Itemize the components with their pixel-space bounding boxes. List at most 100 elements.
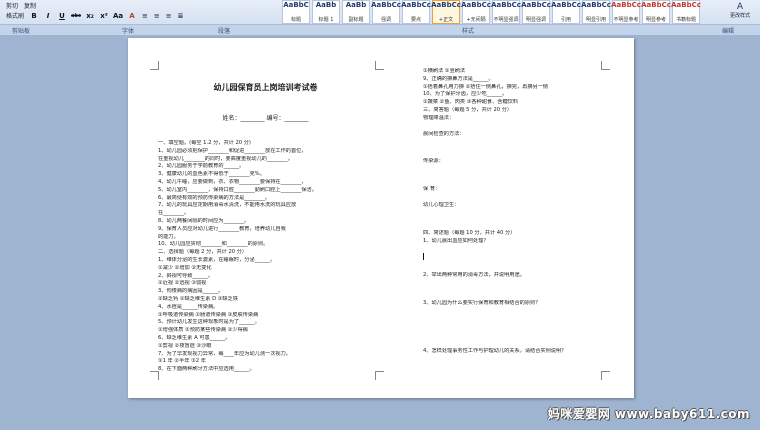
align-right-icon[interactable]: ≡ <box>166 12 172 20</box>
crop-mark <box>375 371 384 380</box>
answer-line: 传染源： <box>423 158 444 165</box>
question-line: 在________。 <box>158 210 190 217</box>
subscript-button[interactable]: x₂ <box>86 12 94 20</box>
style-label: 明显强调 <box>525 17 546 23</box>
style-sample: AaBbCc <box>371 1 401 9</box>
section-heading: 四、简述题（每题 10 分，共计 40 分） <box>423 229 516 236</box>
question-line: ①减少 ②增加 ③无变化 <box>158 264 212 271</box>
question-line: 4、幼儿午睡，应要做到，衣、衣物________要保持在________， <box>158 178 307 185</box>
question-line: 4、水痘是______传染病。 <box>158 303 219 310</box>
question-line: 7、幼儿的玩具应定期用消毒水清洗，不能用水洗的玩具应放 <box>158 202 297 209</box>
bold-button[interactable]: B <box>30 12 38 20</box>
question-line: 在重视幼儿________的同时，要高度重视幼儿的________。 <box>158 155 293 162</box>
style-label: 强调 <box>380 17 391 23</box>
style-tile[interactable]: AaBbCc 强调 <box>371 0 401 24</box>
style-sample: AaBb <box>315 1 337 9</box>
style-tile[interactable]: AaBbC 标题 <box>282 0 310 24</box>
style-label: 明显引用 <box>585 17 606 23</box>
question-line: 8、幼儿两餐间隔的时间应为________。 <box>158 217 250 224</box>
style-label: 引用 <box>560 17 571 23</box>
document-page[interactable]: 幼儿园保育员上岗培训考试卷 姓名：________ 编号：________ 一、… <box>128 38 634 398</box>
text-cursor-line <box>423 253 613 264</box>
cut-button[interactable]: 剪切 <box>6 1 18 10</box>
group-labels-row: 剪贴板 字体 段落 样式 编辑 <box>0 24 760 35</box>
answer-line: 幼儿心理卫生： <box>423 201 460 208</box>
style-label: 标题 <box>290 17 301 23</box>
style-tile[interactable]: AaBbCc 要点 <box>401 0 431 24</box>
answer-line: 保 育： <box>423 186 441 193</box>
style-tile[interactable]: AaBb 副标题 <box>342 0 370 24</box>
style-tile[interactable]: AaBbCc 明显参考 <box>641 0 671 24</box>
question-line: ①增强体质 ②预防某些传染病 ③少得病 <box>158 327 248 334</box>
question-line: 10、幼儿园应贯彻________和________的原则。 <box>158 241 269 248</box>
style-label: 不明显强调 <box>493 17 519 23</box>
change-case-button[interactable]: Aa <box>113 12 123 20</box>
group-label-editing: 编辑 <box>722 27 735 35</box>
group-label-clipboard: 剪贴板 <box>12 27 31 35</box>
site-watermark: 妈咪爱婴网 www.baby611.com <box>547 407 750 421</box>
font-color-button[interactable]: A <box>128 12 136 20</box>
question-line: ①横刷法 ②竖刷法 <box>423 68 466 74</box>
question-line: ①呼吸道传染病 ②肠道传染病 ③皮肤传染病 <box>158 311 259 318</box>
style-label: 明显参考 <box>645 17 666 23</box>
style-sample: AaBbCc <box>581 1 611 9</box>
align-center-icon[interactable]: ≡ <box>154 12 160 20</box>
question-line: 一、填空题。(每空 1.2 分，共计 20 分) <box>158 140 251 146</box>
left-column: 幼儿园保育员上岗培训考试卷 姓名：________ 编号：________ 一、… <box>158 82 373 374</box>
style-tile[interactable]: AaBbCc 引用 <box>551 0 581 24</box>
style-sample: AaBb <box>345 1 367 9</box>
style-sample: AaBbCc <box>401 1 431 9</box>
justify-icon[interactable]: ≣ <box>178 12 184 20</box>
ribbon: 剪切 复制 格式刷 B I U abc x₂ x² Aa A ≡ ≡ ≡ ≣ A… <box>0 0 760 35</box>
font-format-row: 格式刷 B I U abc x₂ x² Aa A ≡ ≡ ≡ ≣ <box>0 10 184 21</box>
style-tile[interactable]: AaBb 标题 1 <box>312 0 340 24</box>
question-line: ①缺乏钙 ②缺乏维生素 D ③缺乏铁 <box>158 295 238 302</box>
question-line: 4、怎样处理事务性工作与护理幼儿的关系，请结合实例说明？ <box>423 347 567 354</box>
right-questions-top: ①横刷法 ②竖刷法 9、正确的擤鼻方法是______。 ①捂着鼻孔用力擤 ②捂住一侧… <box>423 68 613 123</box>
question-line: 物理降温法： <box>423 114 455 121</box>
change-styles-label: 更改样式 <box>729 13 750 19</box>
style-tile[interactable]: AaBbCc 明显引用 <box>581 0 611 24</box>
question-line: 9、正确的擤鼻方法是______。 <box>423 75 494 82</box>
question-line: 9、保育人员应对幼儿进行________教育，培养幼儿自我 <box>158 225 286 232</box>
style-tile[interactable]: AaBbCc +无间隔 <box>461 0 491 24</box>
style-tile[interactable]: AaBbCc 书籍标题 <box>671 0 701 24</box>
question-line: 2、斜视可导致______。 <box>158 272 214 279</box>
style-label: 不明显参考 <box>613 17 639 23</box>
question-line: 5、幼儿室内________，保持口腔________勤刷口腔上________… <box>158 186 317 193</box>
group-label-paragraph: 段落 <box>218 27 231 35</box>
superscript-button[interactable]: x² <box>100 12 108 20</box>
question-line: 2、幼儿园服务于学前教育的______。 <box>158 163 245 170</box>
question-line: 6、最简便有效的预防传染病的方法是________。 <box>158 194 271 201</box>
question-line: 3、佝偻病的病因是______。 <box>158 288 224 295</box>
group-label-font: 字体 <box>122 27 135 35</box>
strikethrough-button[interactable]: abc <box>71 12 81 20</box>
style-sample: AaBbCc <box>461 1 491 9</box>
copy-button[interactable]: 复制 <box>24 1 36 10</box>
style-sample: AaBbCc <box>611 1 641 9</box>
crop-mark <box>375 61 384 70</box>
text-cursor <box>423 253 424 261</box>
document-title: 幼儿园保育员上岗培训考试卷 <box>213 83 318 92</box>
format-painter-button[interactable]: 格式刷 <box>6 11 24 20</box>
question-line: ①1 年 ②半年 ③2 年 <box>158 358 206 365</box>
change-styles-area[interactable]: A 更改样式 <box>726 2 754 22</box>
style-label: 标题 1 <box>318 17 334 23</box>
align-left-icon[interactable]: ≡ <box>142 12 148 20</box>
style-label: +无间隔 <box>466 17 486 23</box>
italic-button[interactable]: I <box>44 12 52 20</box>
style-label: 要点 <box>410 17 421 23</box>
question-line: 8、在下面两种刷牙方法中应选用______。 <box>158 366 255 373</box>
style-tile[interactable]: AaBbCc 不明显强调 <box>491 0 521 24</box>
style-tile[interactable]: AaBbCc 不明显参考 <box>611 0 641 24</box>
question-line: 的能力。 <box>158 233 179 240</box>
question-line: 1、维体分泌的生长激素，在睡眠时，分泌______。 <box>158 256 276 263</box>
style-tile[interactable]: AaBbCc +正文 <box>431 0 461 24</box>
style-sample: AaBbCc <box>671 1 701 9</box>
style-tile[interactable]: AaBbCc 明显强调 <box>521 0 551 24</box>
left-questions: 一、填空题。(每空 1.2 分，共计 20 分) 1、幼儿园必须把保护______… <box>158 140 373 374</box>
underline-button[interactable]: U <box>58 12 66 20</box>
styles-gallery: AaBbC 标题 AaBb 标题 1 AaBb 副标题 AaBbCc 强调 AaBbCc 要点 Aa… <box>282 0 701 24</box>
change-styles-icon: A <box>736 2 744 12</box>
right-column: ①横刷法 ②竖刷法 9、正确的擤鼻方法是______。 ①捂着鼻孔用力擤 ②捂住一侧… <box>423 68 613 356</box>
